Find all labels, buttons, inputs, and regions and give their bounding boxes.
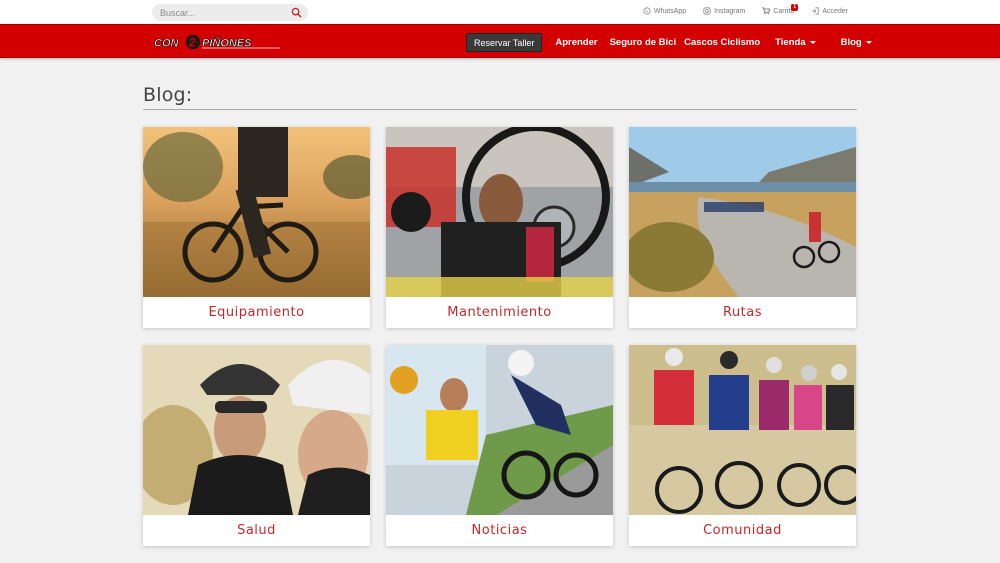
instagram-icon [703,7,711,15]
nav-item-label: Blog [840,36,862,48]
card-label: Comunidad [703,523,782,538]
card-photo [386,127,613,297]
cart-count-badge: 1 [791,4,799,11]
nav-item-cascos[interactable]: Cascos Ciclismo [684,37,760,48]
cycling-group-photo [629,345,856,515]
svg-text:2: 2 [188,36,196,50]
blog-card-comunidad[interactable]: Comunidad [629,345,856,546]
chevron-down-icon [809,40,816,44]
card-label: Equipamiento [208,305,305,320]
cart-link[interactable]: Carrito 1 [762,4,799,15]
top-utility-bar: WhatsApp Instagram Carrito 1 Acceder [0,0,1000,24]
instagram-link[interactable]: Instagram [703,7,745,15]
group-ride-road-photo [629,127,856,297]
card-label: Salud [237,523,276,538]
blog-card-noticias[interactable]: Noticias [386,345,613,546]
login-link[interactable]: Acceder [811,7,848,15]
search-box [152,4,308,21]
whatsapp-label: WhatsApp [653,7,687,15]
chevron-down-icon [865,40,872,44]
nav-item-blog[interactable]: Blog [841,37,872,48]
card-photo [629,345,856,515]
divider [143,109,857,110]
card-photo [629,127,856,297]
blog-card-mantenimiento[interactable]: Mantenimiento [386,127,613,328]
race-podium-photo [386,345,613,515]
mechanic-wheel-photo [386,127,613,297]
search-input[interactable] [160,4,288,21]
whatsapp-icon [643,7,651,15]
cart-icon [762,7,771,15]
login-icon [812,7,819,15]
whatsapp-link[interactable]: WhatsApp [643,7,686,15]
blog-card-equipamiento[interactable]: Equipamiento [143,127,370,328]
card-label: Mantenimiento [447,305,552,320]
cyclist-sunset-photo [143,127,370,297]
reserve-workshop-button[interactable]: Reservar Taller [466,32,543,52]
svg-text:CON: CON [154,38,180,50]
nav-item-label: Tienda [775,36,806,48]
card-label: Rutas [722,305,763,320]
blog-card-salud[interactable]: Salud [143,345,370,546]
nav-item-tienda[interactable]: Tienda [775,36,816,48]
main-navbar: CON 2 PIÑONES Reservar Taller Aprender S… [0,24,1000,58]
card-photo [386,345,613,515]
nav-item-label: Aprender [555,36,598,48]
card-label: Noticias [471,523,528,538]
site-logo[interactable]: CON 2 PIÑONES [153,34,285,50]
blog-card-rutas[interactable]: Rutas [629,127,856,328]
card-photo [143,127,370,297]
nav-item-aprender[interactable]: Aprender [555,37,597,48]
nav-item-seguro[interactable]: Seguro de Bici [610,37,677,48]
nav-item-label: Cascos Ciclismo [684,36,761,48]
page-title: Blog: [143,84,193,106]
instagram-label: Instagram [714,7,746,15]
card-photo [143,345,370,515]
cyclists-portrait-photo [143,345,370,515]
login-label: Acceder [822,7,848,15]
nav-item-label: Seguro de Bici [609,36,677,48]
primary-nav: Reservar Taller Aprender Seguro de Bici … [466,32,872,52]
search-icon[interactable] [291,7,302,18]
